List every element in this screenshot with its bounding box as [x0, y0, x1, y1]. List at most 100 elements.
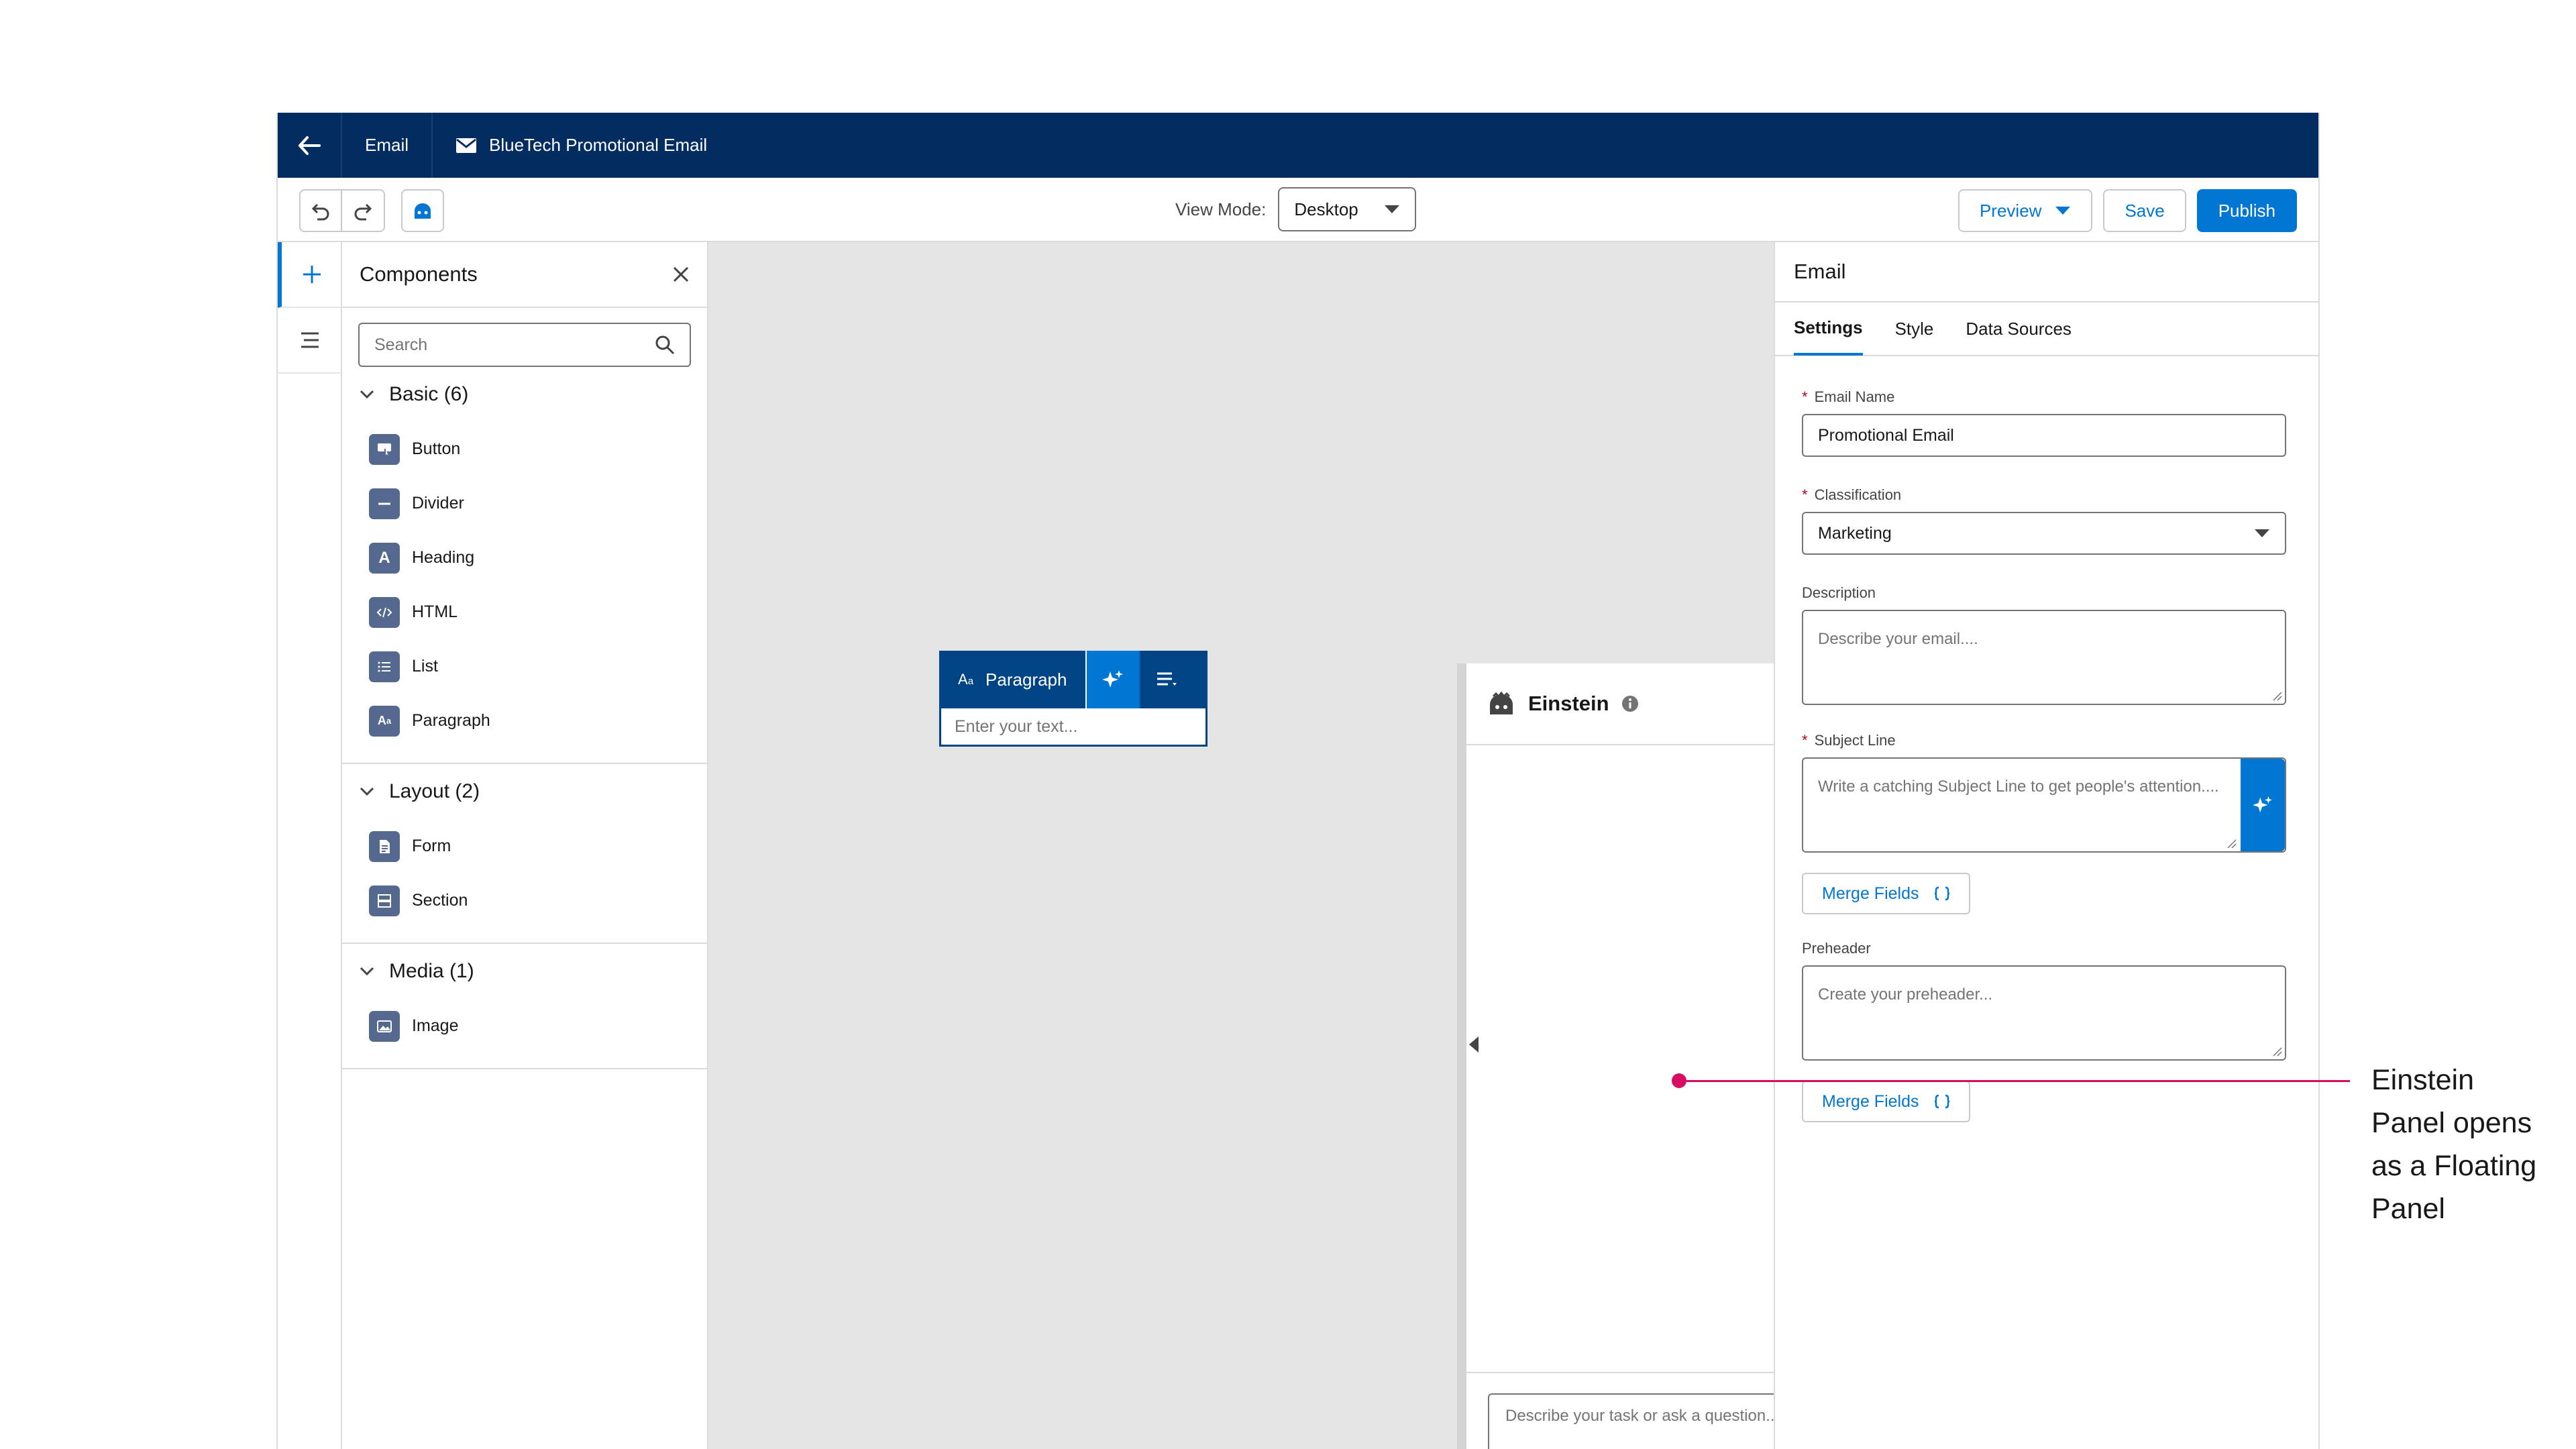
redo-button[interactable]	[342, 189, 385, 232]
info-icon[interactable]	[1621, 695, 1639, 712]
components-search-input[interactable]: Search	[358, 323, 691, 367]
email-builder-app: Email BlueTech Promotional Email View Mo…	[276, 113, 2320, 1449]
view-mode-select[interactable]: Desktop	[1278, 187, 1417, 231]
component-item-button[interactable]: Button	[342, 422, 707, 476]
subject-merge-fields-button[interactable]: Merge Fields	[1802, 873, 1970, 914]
caret-left-icon	[1469, 1036, 1479, 1053]
properties-title: Email	[1775, 242, 2318, 303]
preview-label: Preview	[1979, 200, 2042, 221]
component-label: List	[412, 657, 438, 676]
component-item-divider[interactable]: Divider	[342, 476, 707, 531]
email-canvas[interactable]: Aa Paragraph Enter your text... Einstein	[708, 242, 1994, 1449]
image-icon	[369, 1010, 400, 1042]
breadcrumb-email[interactable]: Email	[342, 113, 433, 178]
prompt-placeholder: Describe your task or ask a question...	[1505, 1407, 1780, 1425]
component-label: Heading	[412, 548, 475, 567]
section-icon	[369, 885, 400, 916]
section-header-layout[interactable]: Layout (2)	[342, 764, 707, 819]
component-label: Paragraph	[412, 711, 490, 730]
sparkles-icon	[2253, 796, 2273, 813]
undo-button[interactable]	[299, 189, 342, 232]
collapse-panel-handle[interactable]	[1468, 1035, 1480, 1057]
align-button[interactable]	[1139, 651, 1193, 708]
close-icon[interactable]	[672, 266, 690, 283]
component-item-section[interactable]: Section	[342, 873, 707, 928]
subject-line-label: Subject Line	[1814, 732, 1896, 749]
basic-section: Basic (6) Button Divider A Heading HTML …	[342, 367, 707, 764]
einstein-toggle-button[interactable]	[401, 189, 444, 232]
components-title: Components	[360, 262, 478, 286]
classification-select[interactable]: Marketing	[1802, 512, 2286, 555]
classification-value: Marketing	[1818, 523, 1892, 543]
merge-fields-label: Merge Fields	[1822, 883, 1919, 903]
component-item-heading[interactable]: A Heading	[342, 531, 707, 585]
section-title: Basic (6)	[389, 383, 469, 405]
paragraph-toolbar: Aa Paragraph	[939, 651, 1208, 708]
rail-add-components[interactable]	[278, 242, 342, 308]
resize-handle-icon[interactable]	[2226, 838, 2237, 849]
paragraph-icon: Aa	[958, 671, 974, 688]
button-icon	[369, 433, 400, 465]
paragraph-label: Paragraph	[985, 669, 1067, 690]
email-name-label: Email Name	[1814, 388, 1895, 405]
section-title: Layout (2)	[389, 780, 480, 802]
component-item-paragraph[interactable]: Aa Paragraph	[342, 694, 707, 748]
back-button[interactable]	[278, 113, 342, 178]
preview-button[interactable]: Preview	[1957, 189, 2093, 232]
einstein-generate-button[interactable]	[1085, 651, 1140, 708]
rail-outline[interactable]	[278, 308, 342, 374]
component-label: Image	[412, 1016, 459, 1035]
caret-down-icon	[1385, 205, 1400, 213]
component-item-image[interactable]: Image	[342, 999, 707, 1053]
component-label: Form	[412, 837, 451, 855]
publish-button[interactable]: Publish	[2196, 189, 2297, 232]
component-label: Divider	[412, 494, 464, 513]
tab-settings[interactable]: Settings	[1794, 302, 1863, 356]
subject-line-field: * Subject Line Write a catching Subject L…	[1802, 732, 2286, 914]
section-header-basic[interactable]: Basic (6)	[342, 367, 707, 422]
component-item-html[interactable]: HTML	[342, 585, 707, 639]
description-placeholder: Describe your email....	[1818, 630, 1978, 648]
classification-field: * Classification Marketing	[1802, 486, 2286, 555]
preheader-textarea[interactable]: Create your preheader...	[1802, 965, 2286, 1061]
media-section: Media (1) Image	[342, 944, 707, 1069]
section-header-media[interactable]: Media (1)	[342, 944, 707, 999]
page-title-text: BlueTech Promotional Email	[489, 135, 708, 155]
paragraph-type-label: Aa Paragraph	[939, 651, 1085, 708]
align-left-icon	[1157, 672, 1177, 686]
view-mode-value: Desktop	[1294, 199, 1358, 219]
braces-icon	[1934, 1094, 1949, 1109]
undo-icon	[311, 203, 329, 221]
list-lines-icon	[301, 332, 319, 348]
required-marker: *	[1802, 732, 1808, 749]
subject-line-textarea[interactable]: Write a catching Subject Line to get peo…	[1802, 757, 2286, 853]
component-item-list[interactable]: List	[342, 639, 707, 694]
einstein-title-group: Einstein	[1487, 691, 1639, 716]
resize-handle-icon[interactable]	[2271, 690, 2282, 701]
required-marker: *	[1802, 486, 1808, 503]
heading-icon: A	[369, 542, 400, 574]
preheader-merge-fields-button[interactable]: Merge Fields	[1802, 1081, 1970, 1122]
resize-handle-icon[interactable]	[2271, 1046, 2282, 1057]
redo-icon	[354, 203, 372, 221]
component-label: Section	[412, 891, 468, 910]
tab-style[interactable]: Style	[1895, 302, 1934, 356]
tab-data-sources[interactable]: Data Sources	[1966, 302, 2072, 356]
chevron-down-icon	[360, 787, 374, 796]
annotation-line	[1679, 1080, 2350, 1082]
description-textarea[interactable]: Describe your email....	[1802, 610, 2286, 705]
paragraph-block[interactable]: Aa Paragraph Enter your text...	[939, 651, 1208, 747]
subject-line-placeholder: Write a catching Subject Line to get peo…	[1818, 777, 2219, 796]
email-name-input[interactable]: Promotional Email	[1802, 414, 2286, 457]
component-item-form[interactable]: Form	[342, 819, 707, 873]
view-mode-control: View Mode: Desktop	[1175, 187, 1417, 231]
save-button[interactable]: Save	[2103, 189, 2186, 232]
html-icon	[369, 596, 400, 628]
einstein-subject-generate-button[interactable]	[2241, 759, 2285, 851]
paragraph-text-input[interactable]: Enter your text...	[939, 708, 1208, 747]
required-marker: *	[1802, 388, 1808, 405]
builder-toolbar: View Mode: Desktop Preview Save Publish	[278, 178, 2318, 242]
sparkles-icon	[1102, 670, 1124, 688]
classification-label: Classification	[1814, 486, 1902, 503]
layout-section: Layout (2) Form Section	[342, 764, 707, 944]
